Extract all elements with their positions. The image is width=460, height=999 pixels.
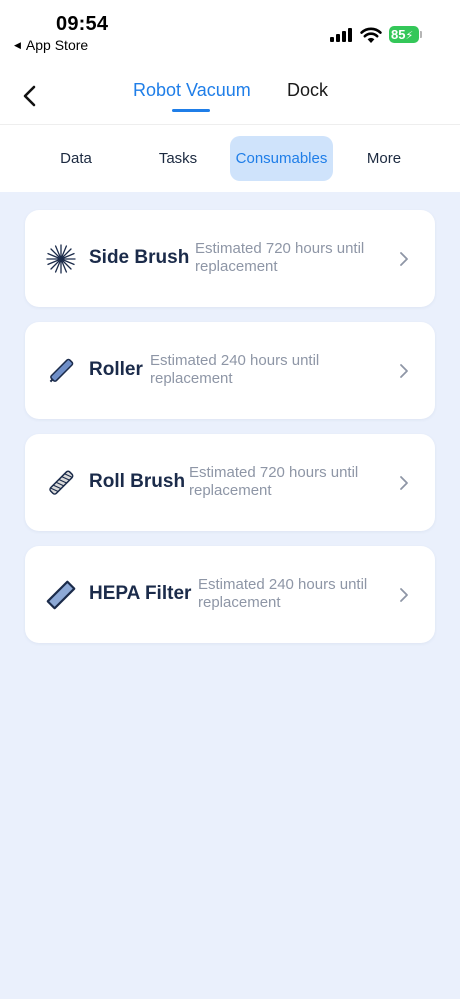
consumable-description: Estimated 240 hours until replacement xyxy=(150,352,320,387)
consumable-name: Roll Brush xyxy=(89,471,186,492)
tab-robot-vacuum[interactable]: Robot Vacuum xyxy=(133,80,251,101)
subtab-consumables[interactable]: Consumables xyxy=(230,136,333,181)
consumable-card-hepa-filter[interactable]: HEPA Filter Estimated 240 hours until re… xyxy=(25,546,435,643)
battery-icon: 85⚡ xyxy=(389,26,423,43)
consumable-card-roll-brush[interactable]: Roll Brush Estimated 720 hours until rep… xyxy=(25,434,435,531)
chevron-right-icon xyxy=(400,252,408,266)
cellular-signal-icon xyxy=(330,28,354,42)
subtab-tasks[interactable]: Tasks xyxy=(138,136,218,181)
charging-bolt-icon: ⚡ xyxy=(405,30,414,42)
wifi-icon xyxy=(360,27,382,43)
chevron-right-icon xyxy=(400,476,408,490)
consumable-description: Estimated 720 hours until replacement xyxy=(189,464,359,499)
back-triangle-icon: ◀ xyxy=(14,39,21,50)
tab-dock[interactable]: Dock xyxy=(287,80,328,101)
subtab-data[interactable]: Data xyxy=(36,136,116,181)
active-tab-indicator xyxy=(172,109,210,112)
battery-level: 85⚡ xyxy=(389,26,419,43)
back-app-label: App Store xyxy=(25,37,89,53)
consumable-description: Estimated 720 hours until replacement xyxy=(195,240,365,275)
back-to-app-link[interactable]: ◀ App Store xyxy=(14,37,88,53)
chevron-right-icon xyxy=(400,364,408,378)
header-divider xyxy=(0,124,460,125)
battery-percent: 85 xyxy=(391,27,406,42)
subtab-more[interactable]: More xyxy=(344,136,424,181)
status-time: 09:54 xyxy=(56,13,109,35)
chevron-right-icon xyxy=(400,588,408,602)
consumable-name: Roller xyxy=(89,359,143,380)
back-arrow-icon[interactable] xyxy=(18,82,44,110)
consumable-card-roller[interactable]: Roller Estimated 240 hours until replace… xyxy=(25,322,435,419)
side-brush-icon xyxy=(46,244,76,274)
consumable-name: Side Brush xyxy=(89,247,190,268)
consumable-description: Estimated 240 hours until replacement xyxy=(198,576,368,611)
roller-icon xyxy=(49,358,74,383)
hepa-filter-icon xyxy=(46,580,76,610)
consumable-card-side-brush[interactable]: Side Brush Estimated 720 hours until rep… xyxy=(25,210,435,307)
roll-brush-icon xyxy=(49,470,74,495)
consumable-name: HEPA Filter xyxy=(89,583,192,604)
